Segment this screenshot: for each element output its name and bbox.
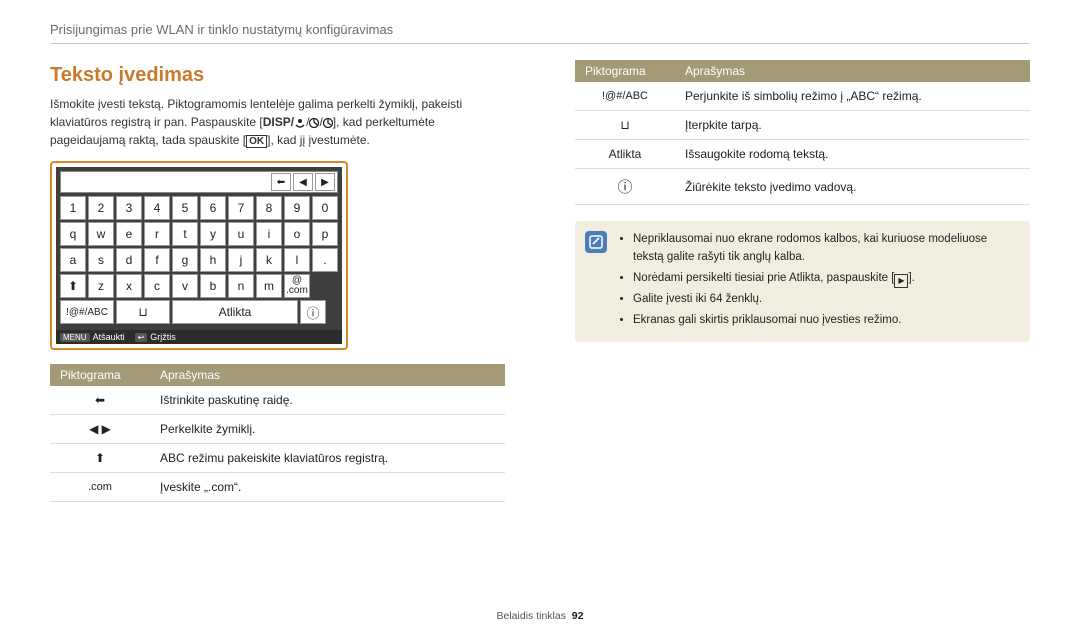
key: b	[200, 274, 226, 298]
key: r	[144, 222, 170, 246]
key: o	[284, 222, 310, 246]
key: l	[284, 248, 310, 272]
keyboard-illustration: ⬅ ◀ ▶ 1 2 3 4 5 6 7 8	[50, 161, 348, 350]
done-key: Atlikta	[172, 300, 298, 324]
key: 8	[256, 196, 282, 220]
keyboard-row: 1 2 3 4 5 6 7 8 9 0	[60, 196, 338, 220]
key: c	[144, 274, 170, 298]
table-row: ◀ ▶ Perkelkite žymiklį.	[50, 415, 505, 444]
icon-table-right: Piktograma Aprašymas !@#/ABC Perjunkite …	[575, 60, 1030, 205]
shift-icon: ⬆	[50, 444, 150, 473]
th-aprasymas: Aprašymas	[675, 60, 1030, 82]
keyboard-row: q w e r t y u i o p	[60, 222, 338, 246]
table-row: ⬅ Ištrinkite paskutinę raidę.	[50, 386, 505, 415]
key: n	[228, 274, 254, 298]
key: 0	[312, 196, 338, 220]
page-footer: Belaidis tinklas 92	[0, 610, 1080, 622]
intro-text: Išmokite įvesti tekstą. Piktogramomis le…	[50, 95, 505, 149]
key: u	[228, 222, 254, 246]
key: .	[312, 248, 338, 272]
shift-key: ⬆	[60, 274, 86, 298]
done-label: Atlikta	[575, 140, 675, 169]
key: d	[116, 248, 142, 272]
menu-chip: MENU	[60, 333, 90, 342]
th-aprasymas: Aprašymas	[150, 364, 505, 386]
keyboard-row: ⬆ z x c v b n m @.com	[60, 274, 338, 298]
key: v	[172, 274, 198, 298]
key: s	[88, 248, 114, 272]
key: 6	[200, 196, 226, 220]
cursor-left-icon: ◀	[293, 173, 313, 191]
key: 3	[116, 196, 142, 220]
note-item: Norėdami persikelti tiesiai prie Atlikta…	[633, 270, 1016, 288]
th-piktograma: Piktograma	[50, 364, 150, 386]
key: w	[88, 222, 114, 246]
back-chip: ↩	[135, 333, 148, 342]
table-row: ⬆ ABC režimu pakeiskite klaviatūros regi…	[50, 444, 505, 473]
note-item: Ekranas gali skirtis priklausomai nuo įv…	[633, 312, 1016, 330]
table-row: ⊔ Įterpkite tarpą.	[575, 111, 1030, 140]
timer-icon	[309, 117, 319, 129]
key: 4	[144, 196, 170, 220]
key: f	[144, 248, 170, 272]
key: e	[116, 222, 142, 246]
key: z	[88, 274, 114, 298]
abc-mode-label: !@#/ABC	[575, 82, 675, 111]
key: x	[116, 274, 142, 298]
keyboard-row: !@#/ABC ⊔ Atlikta ⓘ	[60, 300, 338, 324]
abc-mode-key: !@#/ABC	[60, 300, 114, 324]
key: 2	[88, 196, 114, 220]
backspace-icon: ⬅	[50, 386, 150, 415]
dotcom-label: .com	[50, 473, 150, 502]
at-com-key: @.com	[284, 274, 310, 298]
table-row: ⓘ Žiūrėkite teksto įvedimo vadovą.	[575, 169, 1030, 205]
backspace-icon: ⬅	[271, 173, 291, 191]
keyboard-footer: MENUAtšaukti ↩Grįžtis	[56, 330, 342, 344]
table-row: !@#/ABC Perjunkite iš simbolių režimo į …	[575, 82, 1030, 111]
key: m	[256, 274, 282, 298]
key: 7	[228, 196, 254, 220]
key: g	[172, 248, 198, 272]
keyboard-textfield: ⬅ ◀ ▶	[60, 171, 338, 193]
key: q	[60, 222, 86, 246]
table-row: Atlikta Išsaugokite rodomą tekstą.	[575, 140, 1030, 169]
note-box: Nepriklausomai nuo ekrane rodomos kalbos…	[575, 221, 1030, 342]
macro-icon	[294, 117, 306, 129]
key: t	[172, 222, 198, 246]
key: j	[228, 248, 254, 272]
section-title: Teksto įvedimas	[50, 64, 505, 87]
key: p	[312, 222, 338, 246]
cursor-right-icon: ▶	[315, 173, 335, 191]
key: 9	[284, 196, 310, 220]
key: 1	[60, 196, 86, 220]
table-row: .com Įveskite „.com“.	[50, 473, 505, 502]
space-icon: ⊔	[575, 111, 675, 140]
key: a	[60, 248, 86, 272]
key: k	[256, 248, 282, 272]
ok-button-ref: OK	[246, 135, 267, 148]
note-item: Nepriklausomai nuo ekrane rodomos kalbos…	[633, 231, 1016, 267]
icon-table-left: Piktograma Aprašymas ⬅ Ištrinkite paskut…	[50, 364, 505, 502]
th-piktograma: Piktograma	[575, 60, 675, 82]
help-icon: ⓘ	[575, 169, 675, 205]
note-item: Galite įvesti iki 64 ženklų.	[633, 291, 1016, 309]
breadcrumb: Prisijungimas prie WLAN ir tinklo nustat…	[50, 22, 1030, 44]
cursor-arrows-icon: ◀ ▶	[50, 415, 150, 444]
key: 5	[172, 196, 198, 220]
note-icon	[585, 231, 607, 253]
spacebar-key: ⊔	[116, 300, 170, 324]
key: y	[200, 222, 226, 246]
key: h	[200, 248, 226, 272]
key: i	[256, 222, 282, 246]
help-key: ⓘ	[300, 300, 326, 324]
timer-icon	[323, 117, 333, 129]
keyboard-row: a s d f g h j k l .	[60, 248, 338, 272]
play-button-icon: ▶	[894, 274, 908, 288]
